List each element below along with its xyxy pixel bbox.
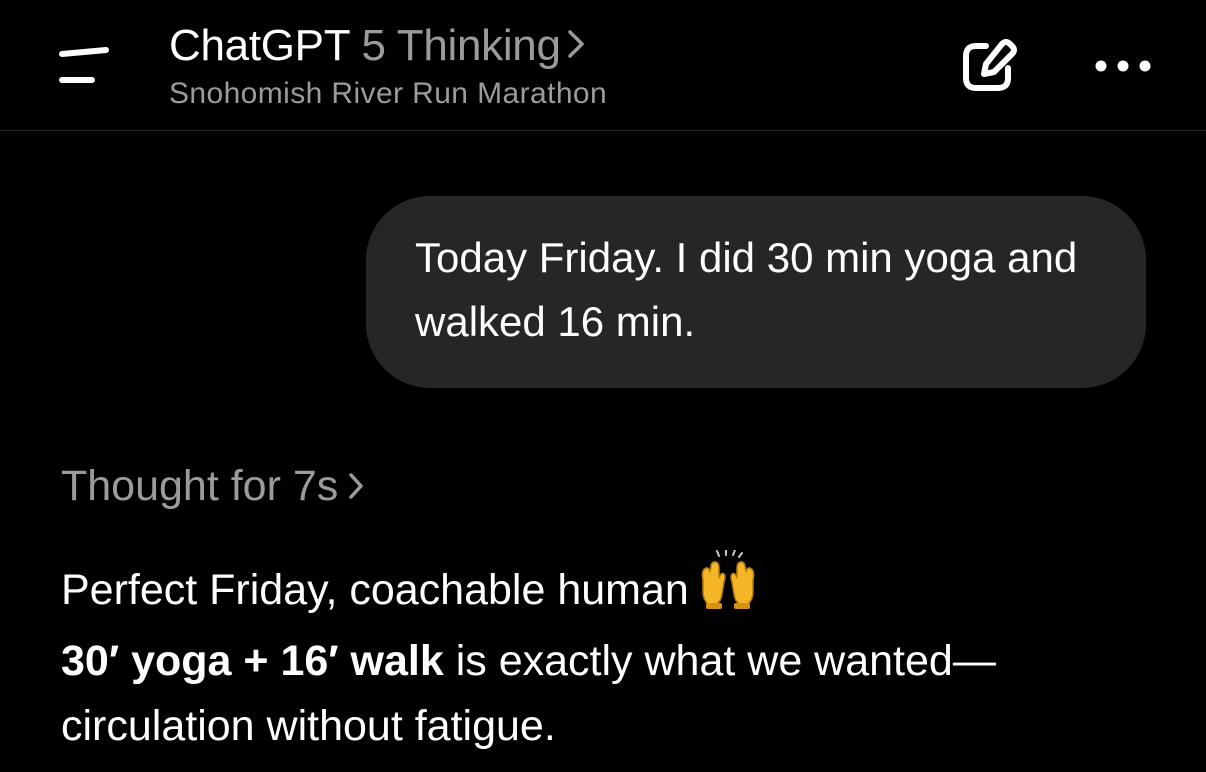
new-chat-icon [963, 39, 1017, 91]
assistant-line-2: 30′ yoga + 16′ walk is exactly what we w… [61, 629, 1161, 694]
app-name: ChatGPT [169, 21, 350, 70]
assistant-line-3: circulation without fatigue. [61, 702, 556, 750]
thought-label: Thought for 7s [61, 462, 339, 510]
user-message-text: Today Friday. I did 30 min yoga and walk… [415, 234, 1078, 345]
menu-icon [59, 47, 109, 83]
assistant-message: Perfect Friday, coachable human 30′ yoga… [61, 549, 1161, 759]
project-name: Snohomish River Run Marathon [169, 77, 608, 110]
chevron-right-icon [348, 458, 364, 514]
assistant-line-2-text: is exactly what we wanted— [443, 637, 996, 685]
new-chat-button[interactable] [956, 36, 1022, 98]
assistant-line-1-text: Perfect Friday, coachable human [61, 566, 689, 614]
raising-hands-icon [697, 549, 759, 629]
model-name: 5 Thinking [361, 21, 561, 70]
chevron-right-icon [567, 17, 585, 73]
user-message-bubble: Today Friday. I did 30 min yoga and walk… [366, 196, 1146, 388]
more-options-button[interactable] [1088, 46, 1158, 86]
model-selector[interactable]: ChatGPT 5 Thinking Snohomish River Run M… [169, 18, 607, 114]
menu-button[interactable] [46, 36, 118, 100]
thought-toggle[interactable]: Thought for 7s [61, 458, 364, 514]
more-icon [1095, 60, 1151, 72]
assistant-highlight: 30′ yoga + 16′ walk [61, 637, 444, 685]
page-title[interactable]: ChatGPT 5 Thinking [169, 18, 607, 74]
assistant-line-1: Perfect Friday, coachable human [61, 549, 1161, 629]
top-bar: ChatGPT 5 Thinking Snohomish River Run M… [0, 0, 1206, 131]
